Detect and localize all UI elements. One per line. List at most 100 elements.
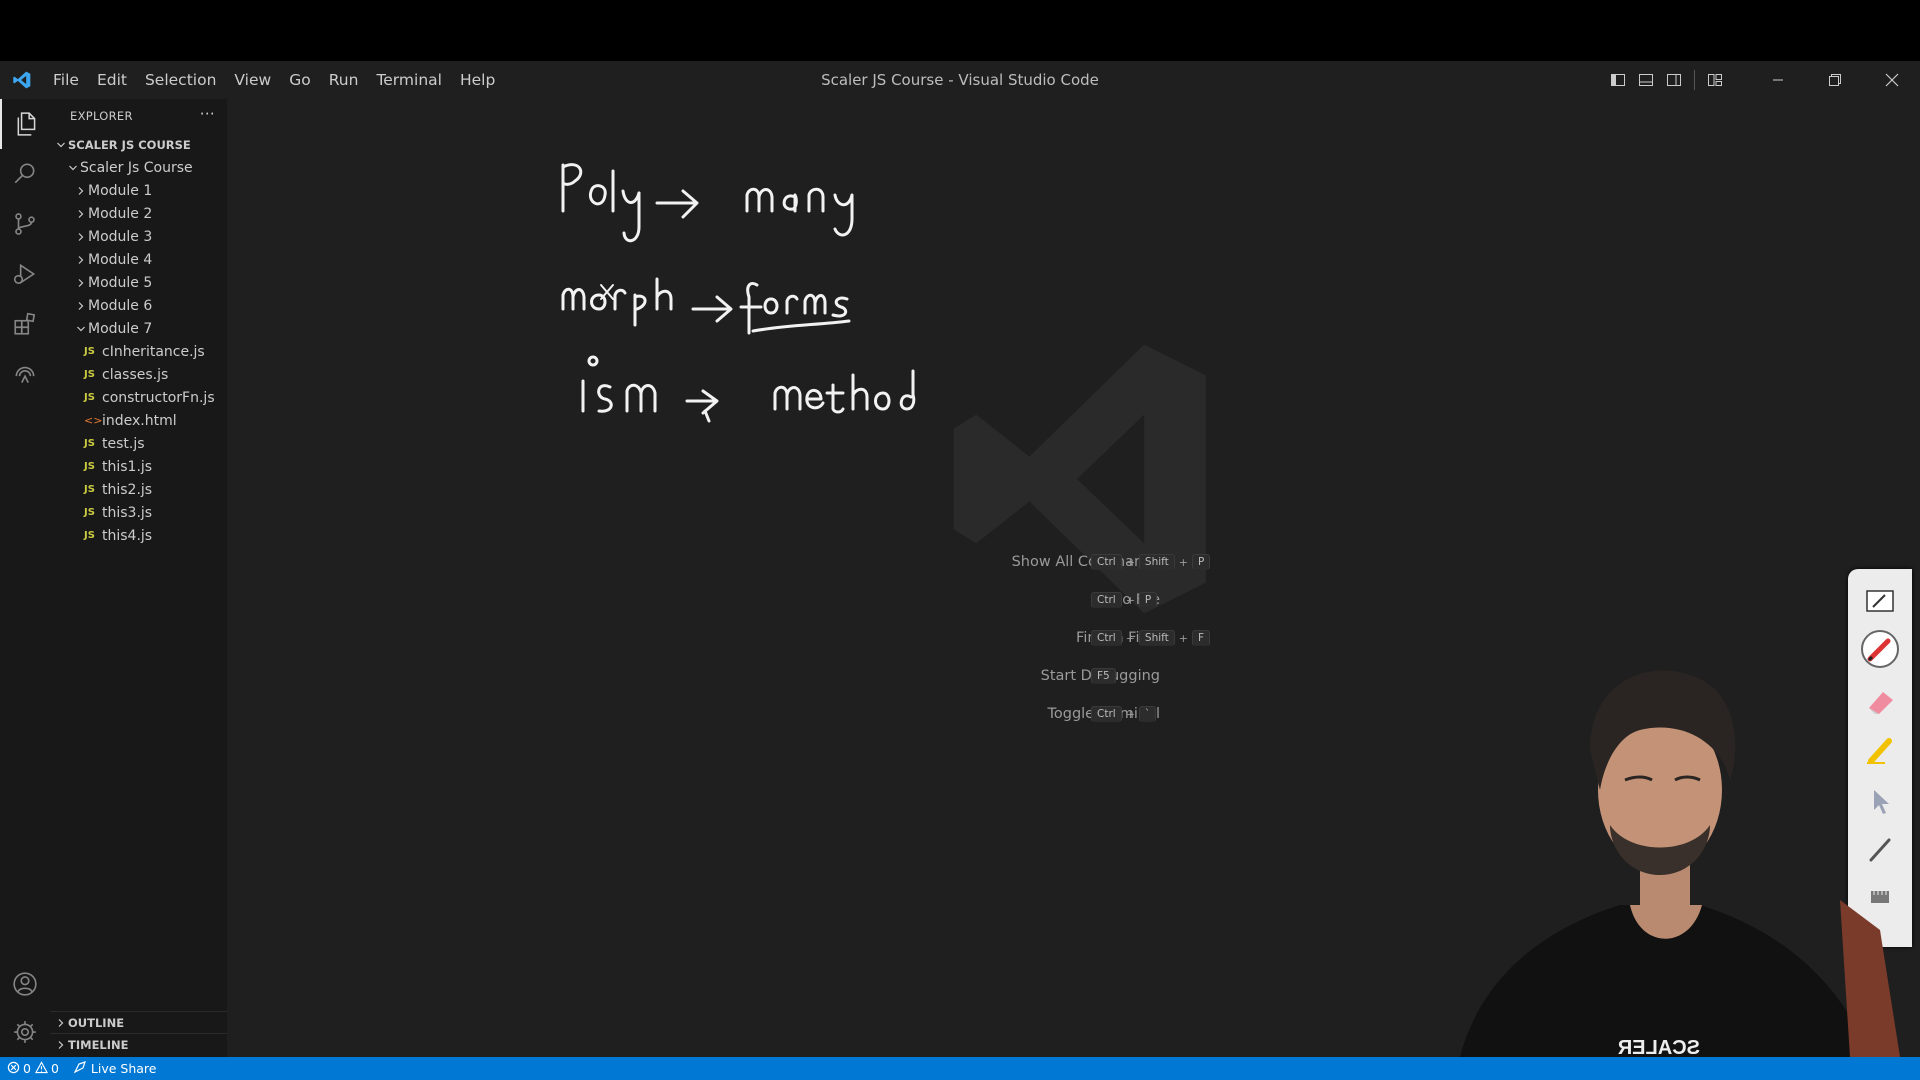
file-item[interactable]: JS test.js — [50, 432, 227, 455]
shortcut-keys: F5 — [1091, 668, 1116, 684]
minimize-icon[interactable] — [1749, 61, 1806, 99]
menu-file[interactable]: File — [44, 61, 88, 99]
whiteboard-icon[interactable] — [1848, 579, 1912, 623]
folder-module-7[interactable]: Module 7 — [50, 317, 227, 340]
js-file-icon: JS — [84, 530, 95, 541]
chevron-right-icon — [54, 1018, 68, 1028]
folder-module[interactable]: Module 5 — [50, 271, 227, 294]
live-share-button[interactable]: Live Share — [66, 1057, 164, 1080]
chevron-right-icon — [74, 186, 88, 196]
file-label: cInheritance.js — [102, 343, 205, 360]
file-item[interactable]: JS cInheritance.js — [50, 340, 227, 363]
vscode-logo-icon — [0, 61, 44, 99]
folder-label: Module 1 — [88, 182, 153, 199]
folder-module[interactable]: Module 4 — [50, 248, 227, 271]
workspace-root[interactable]: SCALER JS COURSE — [50, 133, 227, 156]
file-item[interactable]: JS this2.js — [50, 478, 227, 501]
file-label: this1.js — [102, 458, 153, 475]
warning-count: 0 — [50, 1061, 59, 1076]
shortcut-hint: Find in FilesCtrl+Shift+F — [227, 626, 1920, 650]
toggle-secondary-sidebar-icon[interactable] — [1660, 61, 1688, 99]
menu-go[interactable]: Go — [280, 61, 320, 99]
folder-label: Scaler Js Course — [80, 159, 193, 176]
restore-icon[interactable] — [1806, 61, 1863, 99]
menu-help[interactable]: Help — [451, 61, 504, 99]
shortcut-hint: Show All Commands Ctrl + Shift + P — [227, 550, 1920, 574]
explorer-title: EXPLORER — [70, 109, 133, 123]
menu-terminal[interactable]: Terminal — [367, 61, 451, 99]
problems-indicator[interactable]: 0 0 — [0, 1057, 66, 1080]
chevron-down-icon — [54, 140, 68, 150]
chevron-right-icon — [74, 232, 88, 242]
workspace-root-label: SCALER JS COURSE — [68, 137, 191, 152]
explorer-icon[interactable] — [0, 99, 52, 149]
file-item[interactable]: JS this4.js — [50, 524, 227, 547]
toggle-primary-sidebar-icon[interactable] — [1604, 61, 1632, 99]
live-share-icon — [73, 1060, 87, 1077]
file-label: classes.js — [102, 366, 169, 383]
menu-selection[interactable]: Selection — [136, 61, 225, 99]
folder-label: Module 5 — [88, 274, 153, 291]
keycap: P — [1192, 554, 1211, 570]
folder-module[interactable]: Module 6 — [50, 294, 227, 317]
remote-explorer-icon[interactable] — [0, 349, 50, 399]
file-item[interactable]: <> index.html — [50, 409, 227, 432]
extensions-icon[interactable] — [0, 299, 50, 349]
folder-label: Module 2 — [88, 205, 153, 222]
explorer-header: EXPLORER ··· — [50, 99, 227, 133]
folder-module[interactable]: Module 1 — [50, 179, 227, 202]
chevron-down-icon — [74, 324, 88, 334]
shirt-logo-text: SCALER — [1617, 1037, 1700, 1057]
live-share-label: Live Share — [90, 1061, 157, 1076]
activity-bar — [0, 99, 50, 1057]
menu-run[interactable]: Run — [320, 61, 368, 99]
folder-scaler-js-course[interactable]: Scaler Js Course — [50, 156, 227, 179]
key-separator: + — [1125, 707, 1135, 721]
js-file-icon: JS — [84, 438, 95, 449]
key-separator: + — [1125, 631, 1135, 645]
key-separator: + — [1125, 593, 1135, 607]
js-file-icon: JS — [84, 484, 95, 495]
file-item[interactable]: JS this3.js — [50, 501, 227, 524]
settings-gear-icon[interactable] — [0, 1007, 50, 1057]
folder-module[interactable]: Module 2 — [50, 202, 227, 225]
shortcut-keys: Ctrl + P — [1091, 592, 1158, 608]
status-bar: 0 0 Live Share — [0, 1057, 1920, 1080]
shortcut-keys: Ctrl + Shift + P — [1091, 554, 1211, 570]
accounts-icon[interactable] — [0, 959, 50, 1009]
customize-layout-icon[interactable] — [1701, 61, 1729, 99]
timeline-section[interactable]: TIMELINE — [50, 1033, 227, 1056]
more-actions-icon[interactable]: ··· — [200, 105, 215, 123]
key-separator: + — [1125, 555, 1135, 569]
title-divider — [1694, 70, 1695, 90]
outline-section[interactable]: OUTLINE — [50, 1011, 227, 1034]
chevron-right-icon — [74, 255, 88, 265]
file-item[interactable]: JS this1.js — [50, 455, 227, 478]
title-bar: File Edit Selection View Go Run Terminal… — [0, 61, 1920, 99]
top-black-band — [0, 0, 1920, 61]
error-icon — [7, 1061, 20, 1077]
close-icon[interactable] — [1863, 61, 1920, 99]
source-control-icon[interactable] — [0, 199, 50, 249]
search-icon[interactable] — [0, 149, 50, 199]
js-file-icon: JS — [84, 461, 95, 472]
html-file-icon: <> — [84, 414, 103, 427]
file-item[interactable]: JS classes.js — [50, 363, 227, 386]
file-label: this2.js — [102, 481, 153, 498]
file-item[interactable]: JS constructorFn.js — [50, 386, 227, 409]
timeline-label: TIMELINE — [68, 1038, 129, 1052]
keycap: Ctrl — [1091, 554, 1122, 570]
webcam-presenter: SCALER — [1440, 650, 1920, 1057]
run-debug-icon[interactable] — [0, 249, 50, 299]
toggle-panel-icon[interactable] — [1632, 61, 1660, 99]
folder-label: Module 7 — [88, 320, 153, 337]
explorer-sidebar: EXPLORER ··· SCALER JS COURSE Scaler Js … — [50, 99, 227, 1057]
shortcut-keys: Ctrl + Shift + F — [1091, 630, 1211, 646]
key-separator: + — [1178, 555, 1188, 569]
chevron-right-icon — [54, 1040, 68, 1050]
folder-label: Module 6 — [88, 297, 153, 314]
menu-edit[interactable]: Edit — [88, 61, 136, 99]
shortcut-label: Start Debugging — [1040, 668, 1160, 684]
folder-module[interactable]: Module 3 — [50, 225, 227, 248]
menu-view[interactable]: View — [225, 61, 280, 99]
